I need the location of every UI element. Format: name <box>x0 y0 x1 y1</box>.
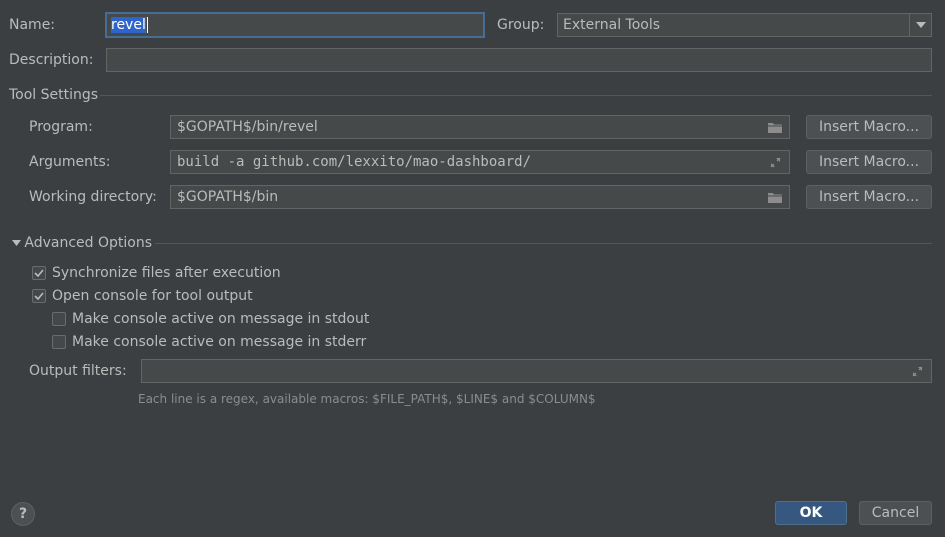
tool-settings-divider <box>100 95 932 96</box>
text-caret <box>146 17 148 33</box>
option-label: Synchronize files after execution <box>52 265 281 281</box>
tool-settings-title: Tool Settings <box>9 87 99 103</box>
name-input[interactable]: revel <box>105 12 485 38</box>
chevron-down-icon[interactable] <box>909 14 931 36</box>
program-label: Program: <box>29 119 93 135</box>
option-label: Make console active on message in stdout <box>72 311 370 327</box>
help-button[interactable]: ? <box>11 502 35 526</box>
description-label: Description: <box>9 52 94 68</box>
output-filters-label: Output filters: <box>29 363 127 379</box>
group-value: External Tools <box>563 17 661 33</box>
checkbox[interactable] <box>32 266 46 280</box>
arguments-input[interactable]: build -a github.com/lexxito/mao-dashboar… <box>170 150 790 174</box>
expand-icon[interactable] <box>909 363 925 379</box>
expand-icon[interactable] <box>767 154 783 170</box>
program-insert-macro-button[interactable]: Insert Macro... <box>806 115 932 139</box>
option-synchronize-files[interactable]: Synchronize files after execution <box>32 264 281 282</box>
description-input[interactable] <box>106 48 932 72</box>
group-combobox[interactable]: External Tools <box>557 13 932 37</box>
name-label: Name: <box>9 17 56 33</box>
advanced-options-title: Advanced Options <box>24 235 152 251</box>
checkbox[interactable] <box>52 312 66 326</box>
output-filters-hint: Each line is a regex, available macros: … <box>138 392 596 406</box>
working-directory-input[interactable]: $GOPATH$/bin <box>170 185 790 209</box>
checkbox[interactable] <box>32 289 46 303</box>
arguments-value: build -a github.com/lexxito/mao-dashboar… <box>177 154 532 170</box>
advanced-options-toggle[interactable]: Advanced Options <box>12 234 152 252</box>
output-filters-input[interactable] <box>141 359 932 383</box>
name-value: revel <box>111 17 146 33</box>
arguments-label: Arguments: <box>29 154 111 170</box>
option-label: Open console for tool output <box>52 288 253 304</box>
program-input[interactable]: $GOPATH$/bin/revel <box>170 115 790 139</box>
option-console-active-stdout[interactable]: Make console active on message in stdout <box>52 310 369 328</box>
checkbox[interactable] <box>52 335 66 349</box>
option-console-active-stderr[interactable]: Make console active on message in stderr <box>52 333 366 351</box>
option-open-console[interactable]: Open console for tool output <box>32 287 253 305</box>
triangle-down-icon <box>12 240 24 246</box>
working-directory-insert-macro-button[interactable]: Insert Macro... <box>806 185 932 209</box>
folder-icon[interactable] <box>767 119 783 135</box>
program-value: $GOPATH$/bin/revel <box>177 119 318 135</box>
working-directory-value: $GOPATH$/bin <box>177 189 279 205</box>
advanced-options-divider <box>155 243 932 244</box>
ok-button[interactable]: OK <box>775 501 847 525</box>
option-label: Make console active on message in stderr <box>72 334 367 350</box>
group-label: Group: <box>497 17 545 33</box>
working-directory-label: Working directory: <box>29 189 157 205</box>
folder-icon[interactable] <box>767 189 783 205</box>
arguments-insert-macro-button[interactable]: Insert Macro... <box>806 150 932 174</box>
cancel-button[interactable]: Cancel <box>859 501 932 525</box>
